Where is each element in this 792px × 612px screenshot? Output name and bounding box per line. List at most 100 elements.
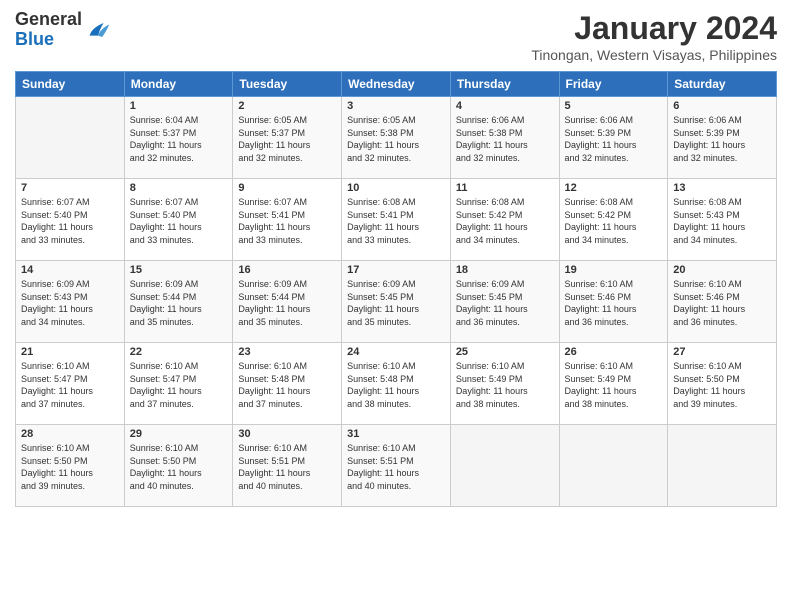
- calendar-cell: 19 Sunrise: 6:10 AMSunset: 5:46 PMDayligh…: [559, 261, 668, 343]
- day-info: Sunrise: 6:05 AMSunset: 5:37 PMDaylight:…: [238, 114, 336, 164]
- day-info: Sunrise: 6:10 AMSunset: 5:48 PMDaylight:…: [238, 360, 336, 410]
- day-info: Sunrise: 6:09 AMSunset: 5:44 PMDaylight:…: [130, 278, 228, 328]
- day-info: Sunrise: 6:05 AMSunset: 5:38 PMDaylight:…: [347, 114, 445, 164]
- day-info: Sunrise: 6:06 AMSunset: 5:39 PMDaylight:…: [673, 114, 771, 164]
- col-wednesday: Wednesday: [342, 72, 451, 97]
- day-number: 16: [238, 264, 336, 276]
- day-number: 20: [673, 264, 771, 276]
- title-section: January 2024 Tinongan, Western Visayas, …: [531, 10, 777, 63]
- day-info: Sunrise: 6:10 AMSunset: 5:50 PMDaylight:…: [130, 442, 228, 492]
- calendar-cell: 4Sunrise: 6:06 AMSunset: 5:38 PMDaylight…: [450, 97, 559, 179]
- day-number: 19: [565, 264, 663, 276]
- calendar-cell: [450, 425, 559, 507]
- col-monday: Monday: [124, 72, 233, 97]
- calendar-cell: 6 Sunrise: 6:06 AMSunset: 5:39 PMDaylight…: [668, 97, 777, 179]
- day-info: Sunrise: 6:07 AMSunset: 5:40 PMDaylight:…: [130, 196, 228, 246]
- calendar-cell: 26 Sunrise: 6:10 AMSunset: 5:49 PMDayligh…: [559, 343, 668, 425]
- calendar-cell: 7 Sunrise: 6:07 AMSunset: 5:40 PMDaylight…: [16, 179, 125, 261]
- day-number: 24: [347, 346, 445, 358]
- header-row: Sunday Monday Tuesday Wednesday Thursday…: [16, 72, 777, 97]
- calendar-cell: 21 Sunrise: 6:10 AMSunset: 5:47 PMDayligh…: [16, 343, 125, 425]
- col-saturday: Saturday: [668, 72, 777, 97]
- logo-blue-text: Blue: [15, 30, 82, 50]
- logo-general-text: General: [15, 10, 82, 30]
- day-number: 9: [238, 182, 336, 194]
- day-info: Sunrise: 6:10 AMSunset: 5:51 PMDaylight:…: [347, 442, 445, 492]
- month-title: January 2024: [531, 10, 777, 47]
- logo: General Blue: [15, 10, 112, 50]
- day-number: 2: [238, 100, 336, 112]
- calendar-cell: 15 Sunrise: 6:09 AMSunset: 5:44 PMDayligh…: [124, 261, 233, 343]
- day-info: Sunrise: 6:07 AMSunset: 5:41 PMDaylight:…: [238, 196, 336, 246]
- calendar-cell: 3 Sunrise: 6:05 AMSunset: 5:38 PMDaylight…: [342, 97, 451, 179]
- day-number: 31: [347, 428, 445, 440]
- calendar-cell: 18 Sunrise: 6:09 AMSunset: 5:45 PMDayligh…: [450, 261, 559, 343]
- day-info: Sunrise: 6:08 AMSunset: 5:43 PMDaylight:…: [673, 196, 771, 246]
- day-number: 13: [673, 182, 771, 194]
- calendar-cell: 14Sunrise: 6:09 AMSunset: 5:43 PMDayligh…: [16, 261, 125, 343]
- calendar-cell: 28 Sunrise: 6:10 AMSunset: 5:50 PMDayligh…: [16, 425, 125, 507]
- calendar-cell: 8 Sunrise: 6:07 AMSunset: 5:40 PMDaylight…: [124, 179, 233, 261]
- day-number: 8: [130, 182, 228, 194]
- calendar-cell: 30 Sunrise: 6:10 AMSunset: 5:51 PMDayligh…: [233, 425, 342, 507]
- day-number: 21: [21, 346, 119, 358]
- calendar-week-2: 7 Sunrise: 6:07 AMSunset: 5:40 PMDaylight…: [16, 179, 777, 261]
- day-info: Sunrise: 6:07 AMSunset: 5:40 PMDaylight:…: [21, 196, 119, 246]
- calendar-cell: 24Sunrise: 6:10 AMSunset: 5:48 PMDayligh…: [342, 343, 451, 425]
- day-number: 6: [673, 100, 771, 112]
- col-sunday: Sunday: [16, 72, 125, 97]
- calendar-cell: 16Sunrise: 6:09 AMSunset: 5:44 PMDayligh…: [233, 261, 342, 343]
- day-number: 1: [130, 100, 228, 112]
- calendar-cell: 27 Sunrise: 6:10 AMSunset: 5:50 PMDayligh…: [668, 343, 777, 425]
- day-info: Sunrise: 6:10 AMSunset: 5:49 PMDaylight:…: [565, 360, 663, 410]
- day-number: 3: [347, 100, 445, 112]
- col-thursday: Thursday: [450, 72, 559, 97]
- calendar-cell: 12Sunrise: 6:08 AMSunset: 5:42 PMDayligh…: [559, 179, 668, 261]
- day-number: 18: [456, 264, 554, 276]
- day-number: 27: [673, 346, 771, 358]
- calendar-cell: 20 Sunrise: 6:10 AMSunset: 5:46 PMDayligh…: [668, 261, 777, 343]
- day-info: Sunrise: 6:10 AMSunset: 5:49 PMDaylight:…: [456, 360, 554, 410]
- day-number: 23: [238, 346, 336, 358]
- calendar-cell: 10Sunrise: 6:08 AMSunset: 5:41 PMDayligh…: [342, 179, 451, 261]
- day-info: Sunrise: 6:06 AMSunset: 5:39 PMDaylight:…: [565, 114, 663, 164]
- col-friday: Friday: [559, 72, 668, 97]
- day-info: Sunrise: 6:10 AMSunset: 5:47 PMDaylight:…: [21, 360, 119, 410]
- calendar-cell: 23 Sunrise: 6:10 AMSunset: 5:48 PMDayligh…: [233, 343, 342, 425]
- calendar-table: Sunday Monday Tuesday Wednesday Thursday…: [15, 71, 777, 507]
- calendar-cell: 29Sunrise: 6:10 AMSunset: 5:50 PMDayligh…: [124, 425, 233, 507]
- day-number: 30: [238, 428, 336, 440]
- calendar-cell: 31 Sunrise: 6:10 AMSunset: 5:51 PMDayligh…: [342, 425, 451, 507]
- day-info: Sunrise: 6:10 AMSunset: 5:51 PMDaylight:…: [238, 442, 336, 492]
- calendar-cell: 1Sunrise: 6:04 AMSunset: 5:37 PMDaylight…: [124, 97, 233, 179]
- calendar-cell: 25Sunrise: 6:10 AMSunset: 5:49 PMDayligh…: [450, 343, 559, 425]
- calendar-cell: 2 Sunrise: 6:05 AMSunset: 5:37 PMDaylight…: [233, 97, 342, 179]
- day-info: Sunrise: 6:09 AMSunset: 5:45 PMDaylight:…: [456, 278, 554, 328]
- day-info: Sunrise: 6:10 AMSunset: 5:50 PMDaylight:…: [21, 442, 119, 492]
- location-subtitle: Tinongan, Western Visayas, Philippines: [531, 47, 777, 63]
- day-info: Sunrise: 6:10 AMSunset: 5:50 PMDaylight:…: [673, 360, 771, 410]
- day-info: Sunrise: 6:10 AMSunset: 5:46 PMDaylight:…: [673, 278, 771, 328]
- day-info: Sunrise: 6:10 AMSunset: 5:47 PMDaylight:…: [130, 360, 228, 410]
- calendar-cell: 17Sunrise: 6:09 AMSunset: 5:45 PMDayligh…: [342, 261, 451, 343]
- day-number: 22: [130, 346, 228, 358]
- calendar-cell: [559, 425, 668, 507]
- day-info: Sunrise: 6:10 AMSunset: 5:46 PMDaylight:…: [565, 278, 663, 328]
- calendar-container: General Blue January 2024 Tinongan, West…: [0, 0, 792, 512]
- calendar-week-5: 28 Sunrise: 6:10 AMSunset: 5:50 PMDayligh…: [16, 425, 777, 507]
- day-number: 26: [565, 346, 663, 358]
- calendar-cell: 22 Sunrise: 6:10 AMSunset: 5:47 PMDayligh…: [124, 343, 233, 425]
- day-number: 12: [565, 182, 663, 194]
- day-number: 11: [456, 182, 554, 194]
- day-number: 4: [456, 100, 554, 112]
- day-info: Sunrise: 6:08 AMSunset: 5:42 PMDaylight:…: [456, 196, 554, 246]
- calendar-cell: 11 Sunrise: 6:08 AMSunset: 5:42 PMDayligh…: [450, 179, 559, 261]
- day-number: 7: [21, 182, 119, 194]
- day-number: 15: [130, 264, 228, 276]
- day-number: 28: [21, 428, 119, 440]
- day-number: 5: [565, 100, 663, 112]
- col-tuesday: Tuesday: [233, 72, 342, 97]
- calendar-cell: 5 Sunrise: 6:06 AMSunset: 5:39 PMDaylight…: [559, 97, 668, 179]
- header: General Blue January 2024 Tinongan, West…: [15, 10, 777, 63]
- day-number: 14: [21, 264, 119, 276]
